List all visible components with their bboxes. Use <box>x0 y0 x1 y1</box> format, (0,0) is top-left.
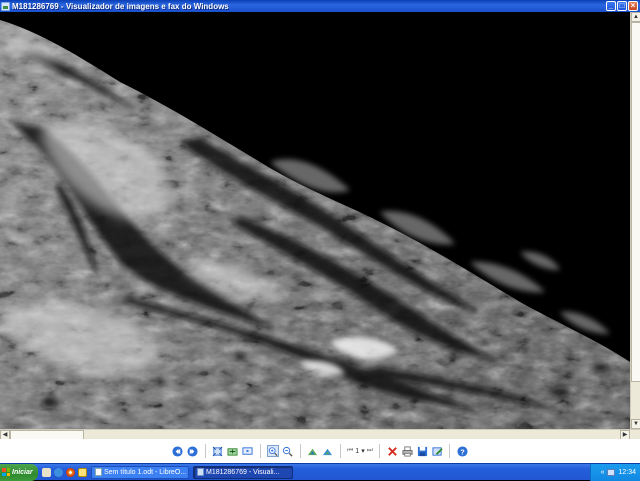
horizontal-scrollbar[interactable]: ◀ ▶ <box>0 429 640 440</box>
svg-text:?: ? <box>460 447 465 456</box>
scroll-up-button[interactable]: ▲ <box>631 12 640 22</box>
zoom-in-button[interactable] <box>266 445 279 457</box>
toolbar-separator <box>379 444 381 458</box>
next-icon <box>187 445 199 457</box>
tray-expand-button[interactable]: « <box>601 469 605 476</box>
minimize-button[interactable]: _ <box>606 1 616 11</box>
first-page-icon[interactable]: ⏮ <box>347 447 353 455</box>
last-page-icon[interactable]: ⏭ <box>367 447 373 455</box>
toolbar-separator <box>339 444 341 458</box>
rotate-counterclockwise-icon <box>323 448 333 455</box>
zoom-out-icon <box>283 446 294 457</box>
windows-logo-icon <box>2 468 10 476</box>
show-desktop-icon[interactable] <box>42 467 51 477</box>
print-icon <box>401 445 413 457</box>
folder-icon[interactable] <box>78 467 87 477</box>
toolbar-separator <box>449 444 451 458</box>
close-button[interactable]: × <box>628 1 638 11</box>
network-icon[interactable] <box>607 469 616 476</box>
taskbar-item-image-viewer[interactable]: M181286769 - Visuali... <box>193 465 293 479</box>
taskbar-item-libreoffice[interactable]: Sem título 1.odt - LibreO... <box>91 465 189 479</box>
rotate-counterclockwise-button[interactable] <box>322 445 334 457</box>
best-fit-icon <box>213 446 223 456</box>
help-button[interactable]: ? <box>456 445 468 457</box>
best-fit-button[interactable] <box>212 445 224 457</box>
window-title: M181286769 - Visualizador de imagens e f… <box>12 1 229 11</box>
delete-icon <box>387 446 397 456</box>
maximize-button[interactable]: □ <box>617 1 627 11</box>
rotate-clockwise-icon <box>308 448 318 455</box>
minimize-icon: _ <box>608 1 614 10</box>
scroll-down-button[interactable]: ▼ <box>631 419 640 429</box>
close-icon: × <box>630 1 636 10</box>
rotate-clockwise-button[interactable] <box>307 445 319 457</box>
toolbar-separator <box>204 444 206 458</box>
viewer-toolbar: ⏮ 1 ▾ ⏭ ? <box>0 439 640 463</box>
vertical-scroll-thumb[interactable] <box>631 22 640 382</box>
zoom-in-icon <box>268 446 278 456</box>
toolbar-separator <box>259 444 261 458</box>
actual-size-button[interactable] <box>227 445 239 457</box>
arrow-up-icon: ▲ <box>633 14 639 20</box>
page-number: 1 <box>355 447 360 455</box>
title-bar[interactable]: M181286769 - Visualizador de imagens e f… <box>0 0 640 12</box>
taskbar: Iniciar Sem título 1.odt - LibreO... M18… <box>0 463 640 481</box>
edit-icon <box>431 446 443 456</box>
system-tray: « 12:34 <box>590 464 640 481</box>
media-player-icon[interactable] <box>66 467 75 477</box>
arrow-right-icon: ▶ <box>622 432 628 438</box>
previous-image-button[interactable] <box>172 445 184 457</box>
save-icon <box>417 446 427 456</box>
save-button[interactable] <box>416 445 428 457</box>
actual-size-icon <box>227 447 239 456</box>
slideshow-button[interactable] <box>242 445 254 457</box>
zoom-out-button[interactable] <box>282 445 294 457</box>
start-label: Iniciar <box>12 468 33 476</box>
quick-launch <box>42 467 87 477</box>
vertical-scrollbar[interactable]: ▲ ▼ <box>630 12 640 429</box>
previous-icon <box>172 445 184 457</box>
toolbar-separator <box>299 444 301 458</box>
edit-button[interactable] <box>431 445 443 457</box>
image-viewer-icon <box>197 468 204 476</box>
task-label: M181286769 - Visuali... <box>206 468 280 476</box>
arrow-left-icon: ◀ <box>2 432 8 438</box>
internet-explorer-icon[interactable] <box>54 467 63 477</box>
next-image-button[interactable] <box>187 445 199 457</box>
lunar-surface-image <box>0 12 630 429</box>
help-icon: ? <box>456 445 468 457</box>
slideshow-icon <box>242 446 254 455</box>
maximize-icon: □ <box>619 1 625 10</box>
start-button[interactable]: Iniciar <box>0 463 38 481</box>
page-dropdown-icon[interactable]: ▾ <box>361 447 365 455</box>
print-button[interactable] <box>401 445 413 457</box>
page-navigator[interactable]: ⏮ 1 ▾ ⏭ <box>347 447 373 455</box>
delete-button[interactable] <box>386 445 398 457</box>
image-canvas[interactable] <box>0 12 630 429</box>
image-viewer-app-icon[interactable] <box>1 1 10 11</box>
task-label: Sem título 1.odt - LibreO... <box>104 468 187 476</box>
document-icon <box>95 468 102 476</box>
clock[interactable]: 12:34 <box>618 469 636 476</box>
arrow-down-icon: ▼ <box>633 421 639 427</box>
